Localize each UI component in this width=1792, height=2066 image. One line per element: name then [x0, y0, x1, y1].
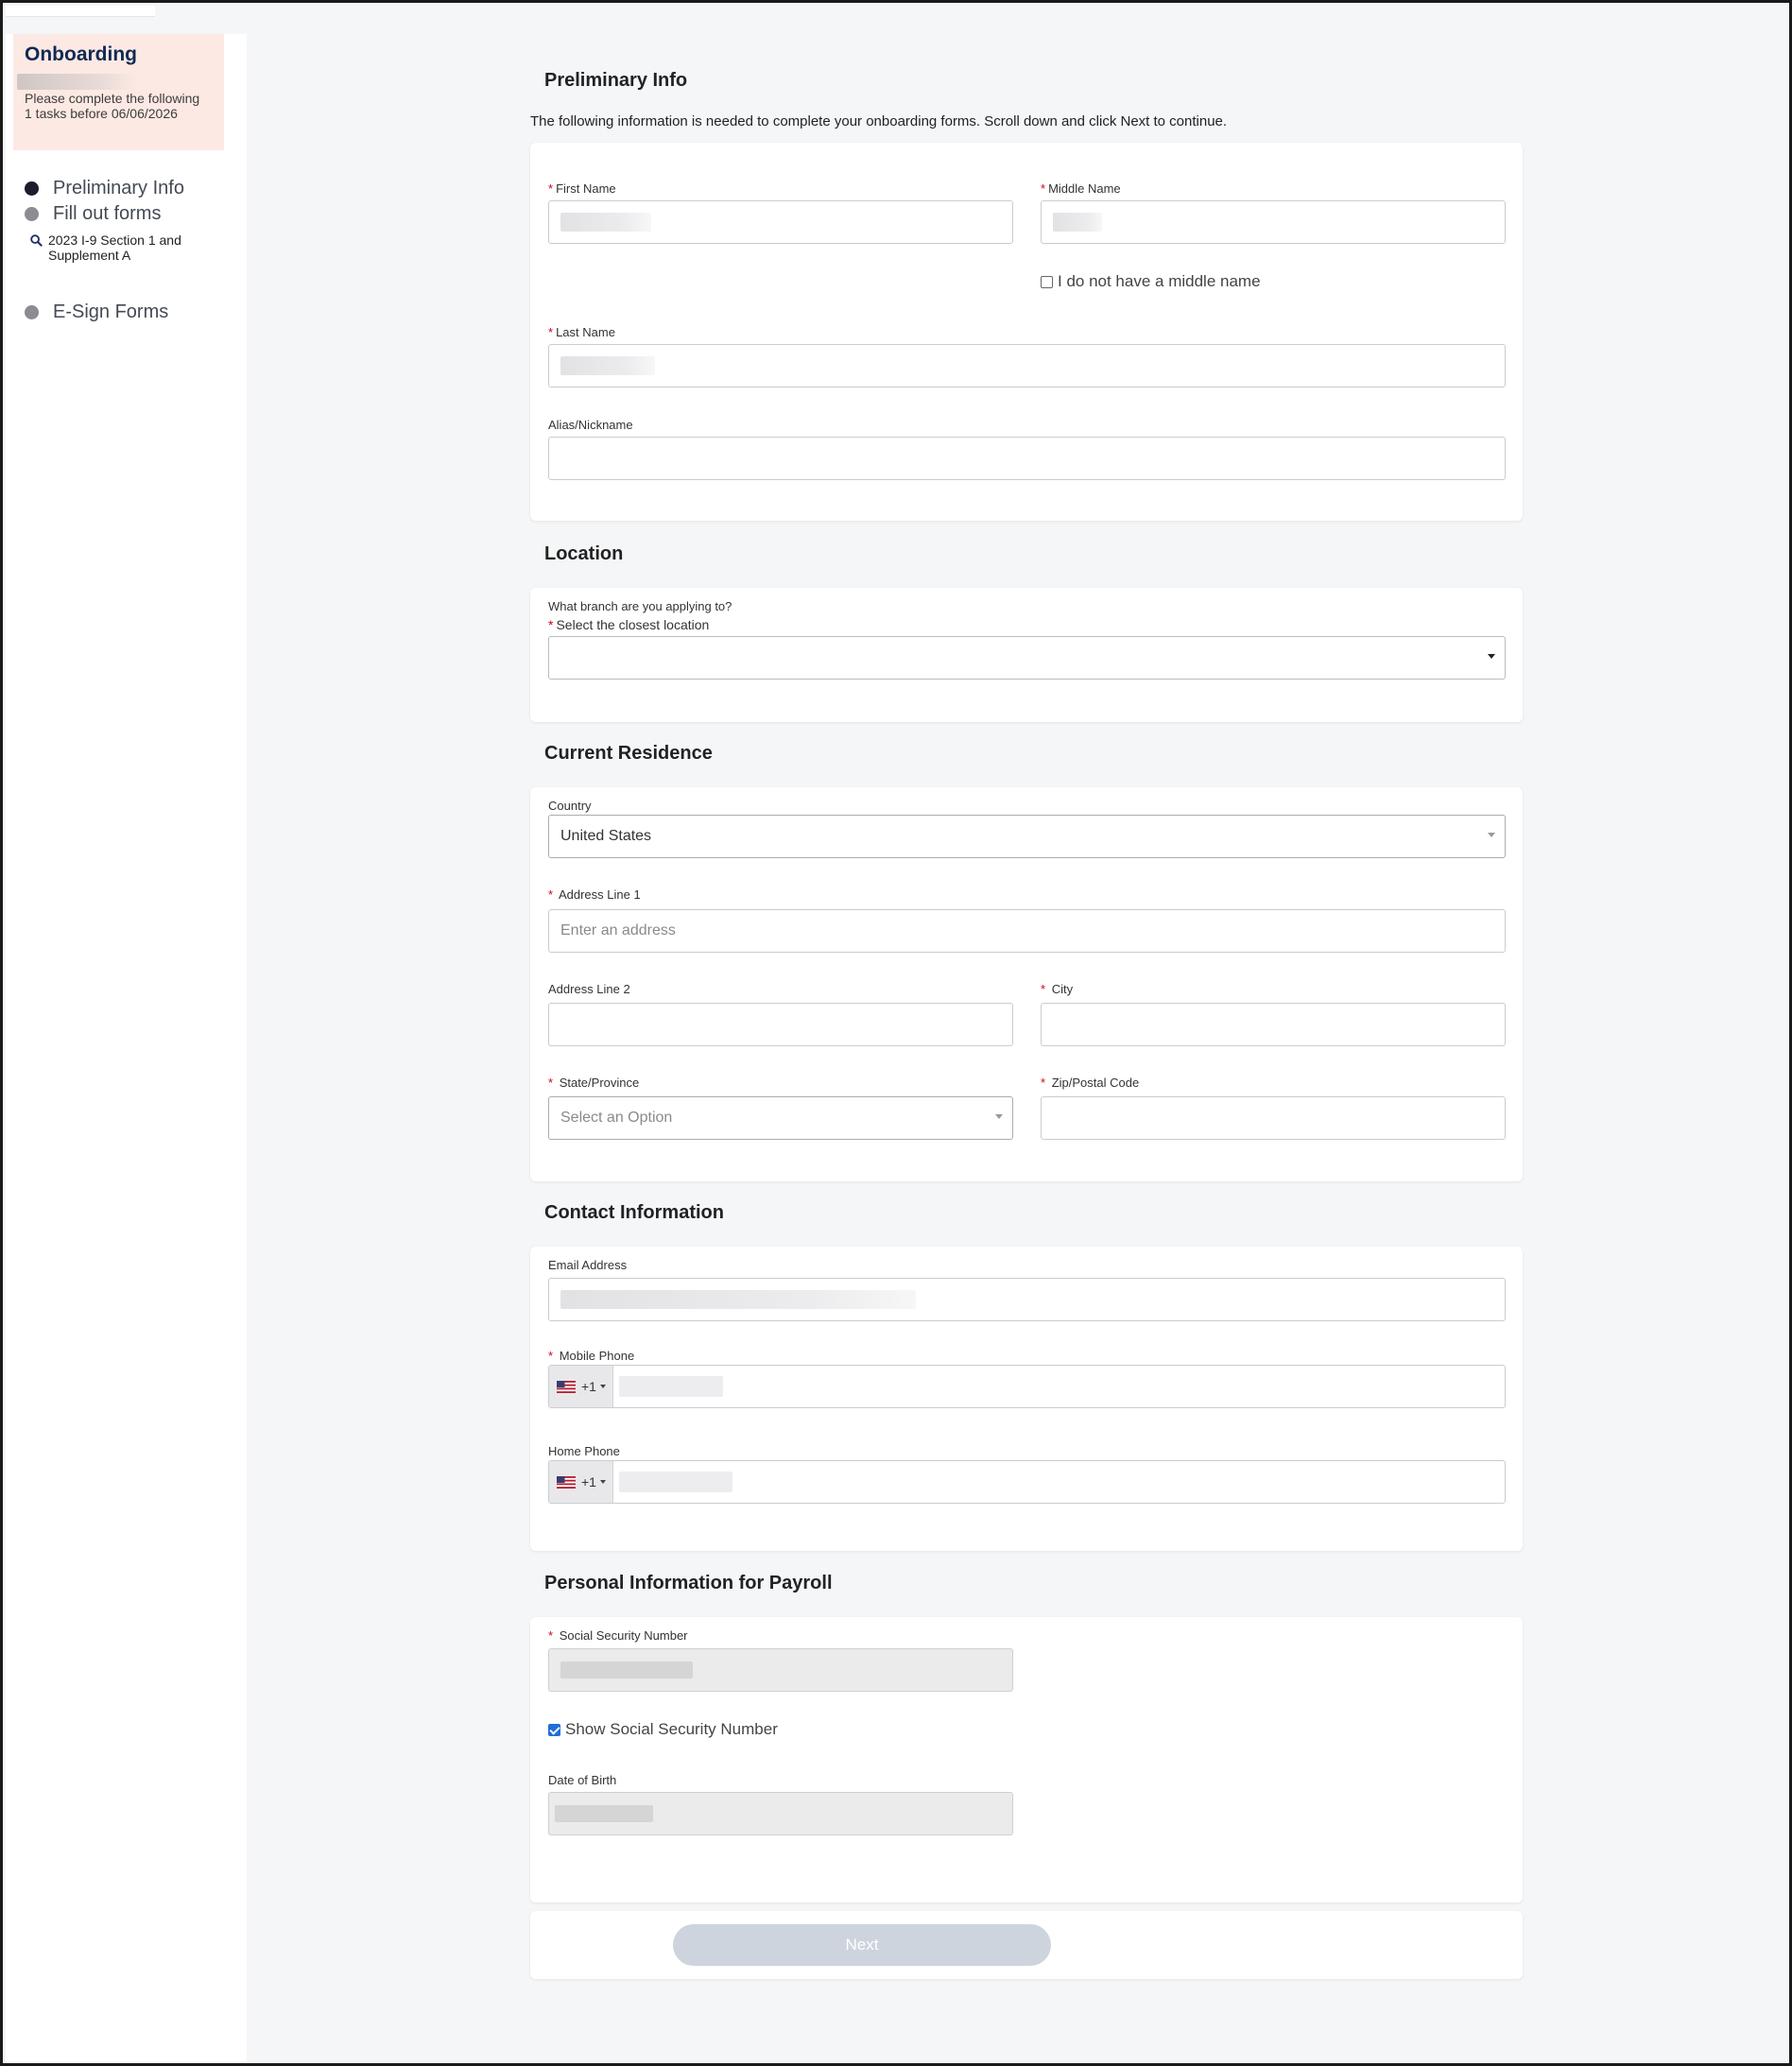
middle-name-input[interactable]	[1041, 200, 1506, 244]
step-dot-icon	[25, 207, 39, 221]
first-name-input[interactable]	[548, 200, 1013, 244]
ssn-input[interactable]	[548, 1648, 1013, 1692]
alias-input[interactable]	[548, 437, 1506, 480]
chevron-down-icon	[995, 1114, 1003, 1119]
no-middle-name-row[interactable]: I do not have a middle name	[1041, 272, 1261, 291]
redacted-user-name	[17, 74, 137, 90]
last-name-label: * Last Name	[548, 325, 615, 339]
chevron-down-icon	[599, 1385, 606, 1388]
section-title-preliminary: Preliminary Info	[544, 70, 688, 91]
chevron-down-icon	[1488, 833, 1495, 837]
first-name-label: * First Name	[548, 181, 616, 196]
state-placeholder: Select an Option	[560, 1110, 673, 1126]
mobile-phone-input[interactable]: +1	[548, 1365, 1506, 1408]
show-ssn-label: Show Social Security Number	[565, 1720, 778, 1738]
email-input[interactable]	[548, 1278, 1506, 1321]
us-flag-icon	[557, 1380, 576, 1393]
us-flag-icon	[557, 1475, 576, 1489]
payroll-card: * Social Security Number Show Social Sec…	[530, 1617, 1523, 1902]
country-value: United States	[560, 828, 652, 844]
middle-name-label: * Middle Name	[1041, 181, 1121, 196]
redacted-value	[1053, 213, 1102, 232]
city-label: * City	[1041, 982, 1074, 996]
redacted-value	[560, 1290, 916, 1309]
dob-label: Date of Birth	[548, 1773, 617, 1787]
redacted-value	[555, 1805, 653, 1822]
preliminary-info-card: * First Name * Middle Name I do not have a…	[530, 143, 1523, 521]
mobile-country-code-button[interactable]: +1	[549, 1366, 613, 1407]
redacted-value	[560, 356, 655, 375]
next-button[interactable]: Next	[673, 1924, 1051, 1966]
step-label: Preliminary Info	[53, 178, 184, 198]
step-label: E-Sign Forms	[53, 301, 169, 322]
actions-card: Next	[530, 1911, 1523, 1979]
location-card: What branch are you applying to? * Select…	[530, 588, 1523, 722]
redacted-value	[619, 1376, 723, 1397]
top-tab-strip	[6, 6, 155, 17]
section-title-location: Location	[544, 543, 624, 564]
branch-question: What branch are you applying to?	[548, 599, 732, 613]
search-icon	[30, 234, 43, 247]
dial-code: +1	[581, 1379, 596, 1394]
state-select[interactable]: Select an Option	[548, 1096, 1013, 1140]
sidebar: Onboarding Please complete the following…	[6, 34, 247, 2063]
subtask-label: 2023 I-9 Section 1 and Supplement A	[48, 232, 181, 263]
app-frame: Onboarding Please complete the following…	[0, 0, 1792, 2066]
mobile-phone-label: * Mobile Phone	[548, 1349, 635, 1363]
alias-label: Alias/Nickname	[548, 418, 633, 432]
subtask-i9-form[interactable]: 2023 I-9 Section 1 and Supplement A	[30, 232, 209, 263]
redacted-value	[560, 213, 651, 232]
show-ssn-row[interactable]: Show Social Security Number	[548, 1720, 778, 1739]
redacted-value	[560, 1661, 693, 1679]
dob-input[interactable]	[548, 1792, 1013, 1835]
section-title-contact: Contact Information	[544, 1202, 724, 1223]
redacted-value	[619, 1472, 732, 1492]
address2-label: Address Line 2	[548, 982, 630, 996]
city-input[interactable]	[1041, 1003, 1506, 1046]
step-e-sign-forms[interactable]: E-Sign Forms	[25, 301, 168, 323]
step-fill-out-forms[interactable]: Fill out forms	[25, 203, 161, 225]
step-active-dot-icon	[25, 181, 39, 196]
no-middle-name-label: I do not have a middle name	[1058, 272, 1261, 290]
contact-card: Email Address * Mobile Phone +1 Home Pho…	[530, 1247, 1523, 1551]
onboarding-notice-text: Please complete the following 1 tasks be…	[25, 91, 200, 121]
address1-label: * Address Line 1	[548, 887, 641, 902]
address1-placeholder: Enter an address	[560, 922, 676, 938]
step-label: Fill out forms	[53, 203, 162, 224]
onboarding-notice-card: Onboarding Please complete the following…	[13, 34, 224, 150]
show-ssn-checkbox[interactable]	[548, 1723, 560, 1736]
no-middle-name-checkbox[interactable]	[1041, 275, 1053, 288]
last-name-input[interactable]	[548, 344, 1506, 387]
state-label: * State/Province	[548, 1076, 640, 1090]
home-phone-input[interactable]: +1	[548, 1460, 1506, 1504]
onboarding-title: Onboarding	[25, 43, 137, 65]
location-select[interactable]	[548, 636, 1506, 680]
step-preliminary-info[interactable]: Preliminary Info	[25, 178, 184, 199]
address1-input[interactable]: Enter an address	[548, 909, 1506, 953]
zip-label: * Zip/Postal Code	[1041, 1076, 1140, 1090]
intro-text: The following information is needed to c…	[530, 113, 1228, 129]
step-dot-icon	[25, 305, 39, 319]
section-title-payroll: Personal Information for Payroll	[544, 1573, 833, 1593]
zip-input[interactable]	[1041, 1096, 1506, 1140]
chevron-down-icon	[599, 1480, 606, 1484]
country-label: Country	[548, 799, 592, 813]
chevron-down-icon	[1488, 654, 1495, 659]
dial-code: +1	[581, 1474, 596, 1489]
address2-input[interactable]	[548, 1003, 1013, 1046]
residence-card: Country United States * Address Line 1 E…	[530, 787, 1523, 1181]
section-title-residence: Current Residence	[544, 743, 713, 764]
country-select[interactable]: United States	[548, 815, 1506, 858]
home-country-code-button[interactable]: +1	[549, 1461, 613, 1503]
email-label: Email Address	[548, 1258, 628, 1272]
home-phone-label: Home Phone	[548, 1444, 620, 1458]
ssn-label: * Social Security Number	[548, 1628, 688, 1643]
closest-location-label: * Select the closest location	[548, 617, 710, 632]
